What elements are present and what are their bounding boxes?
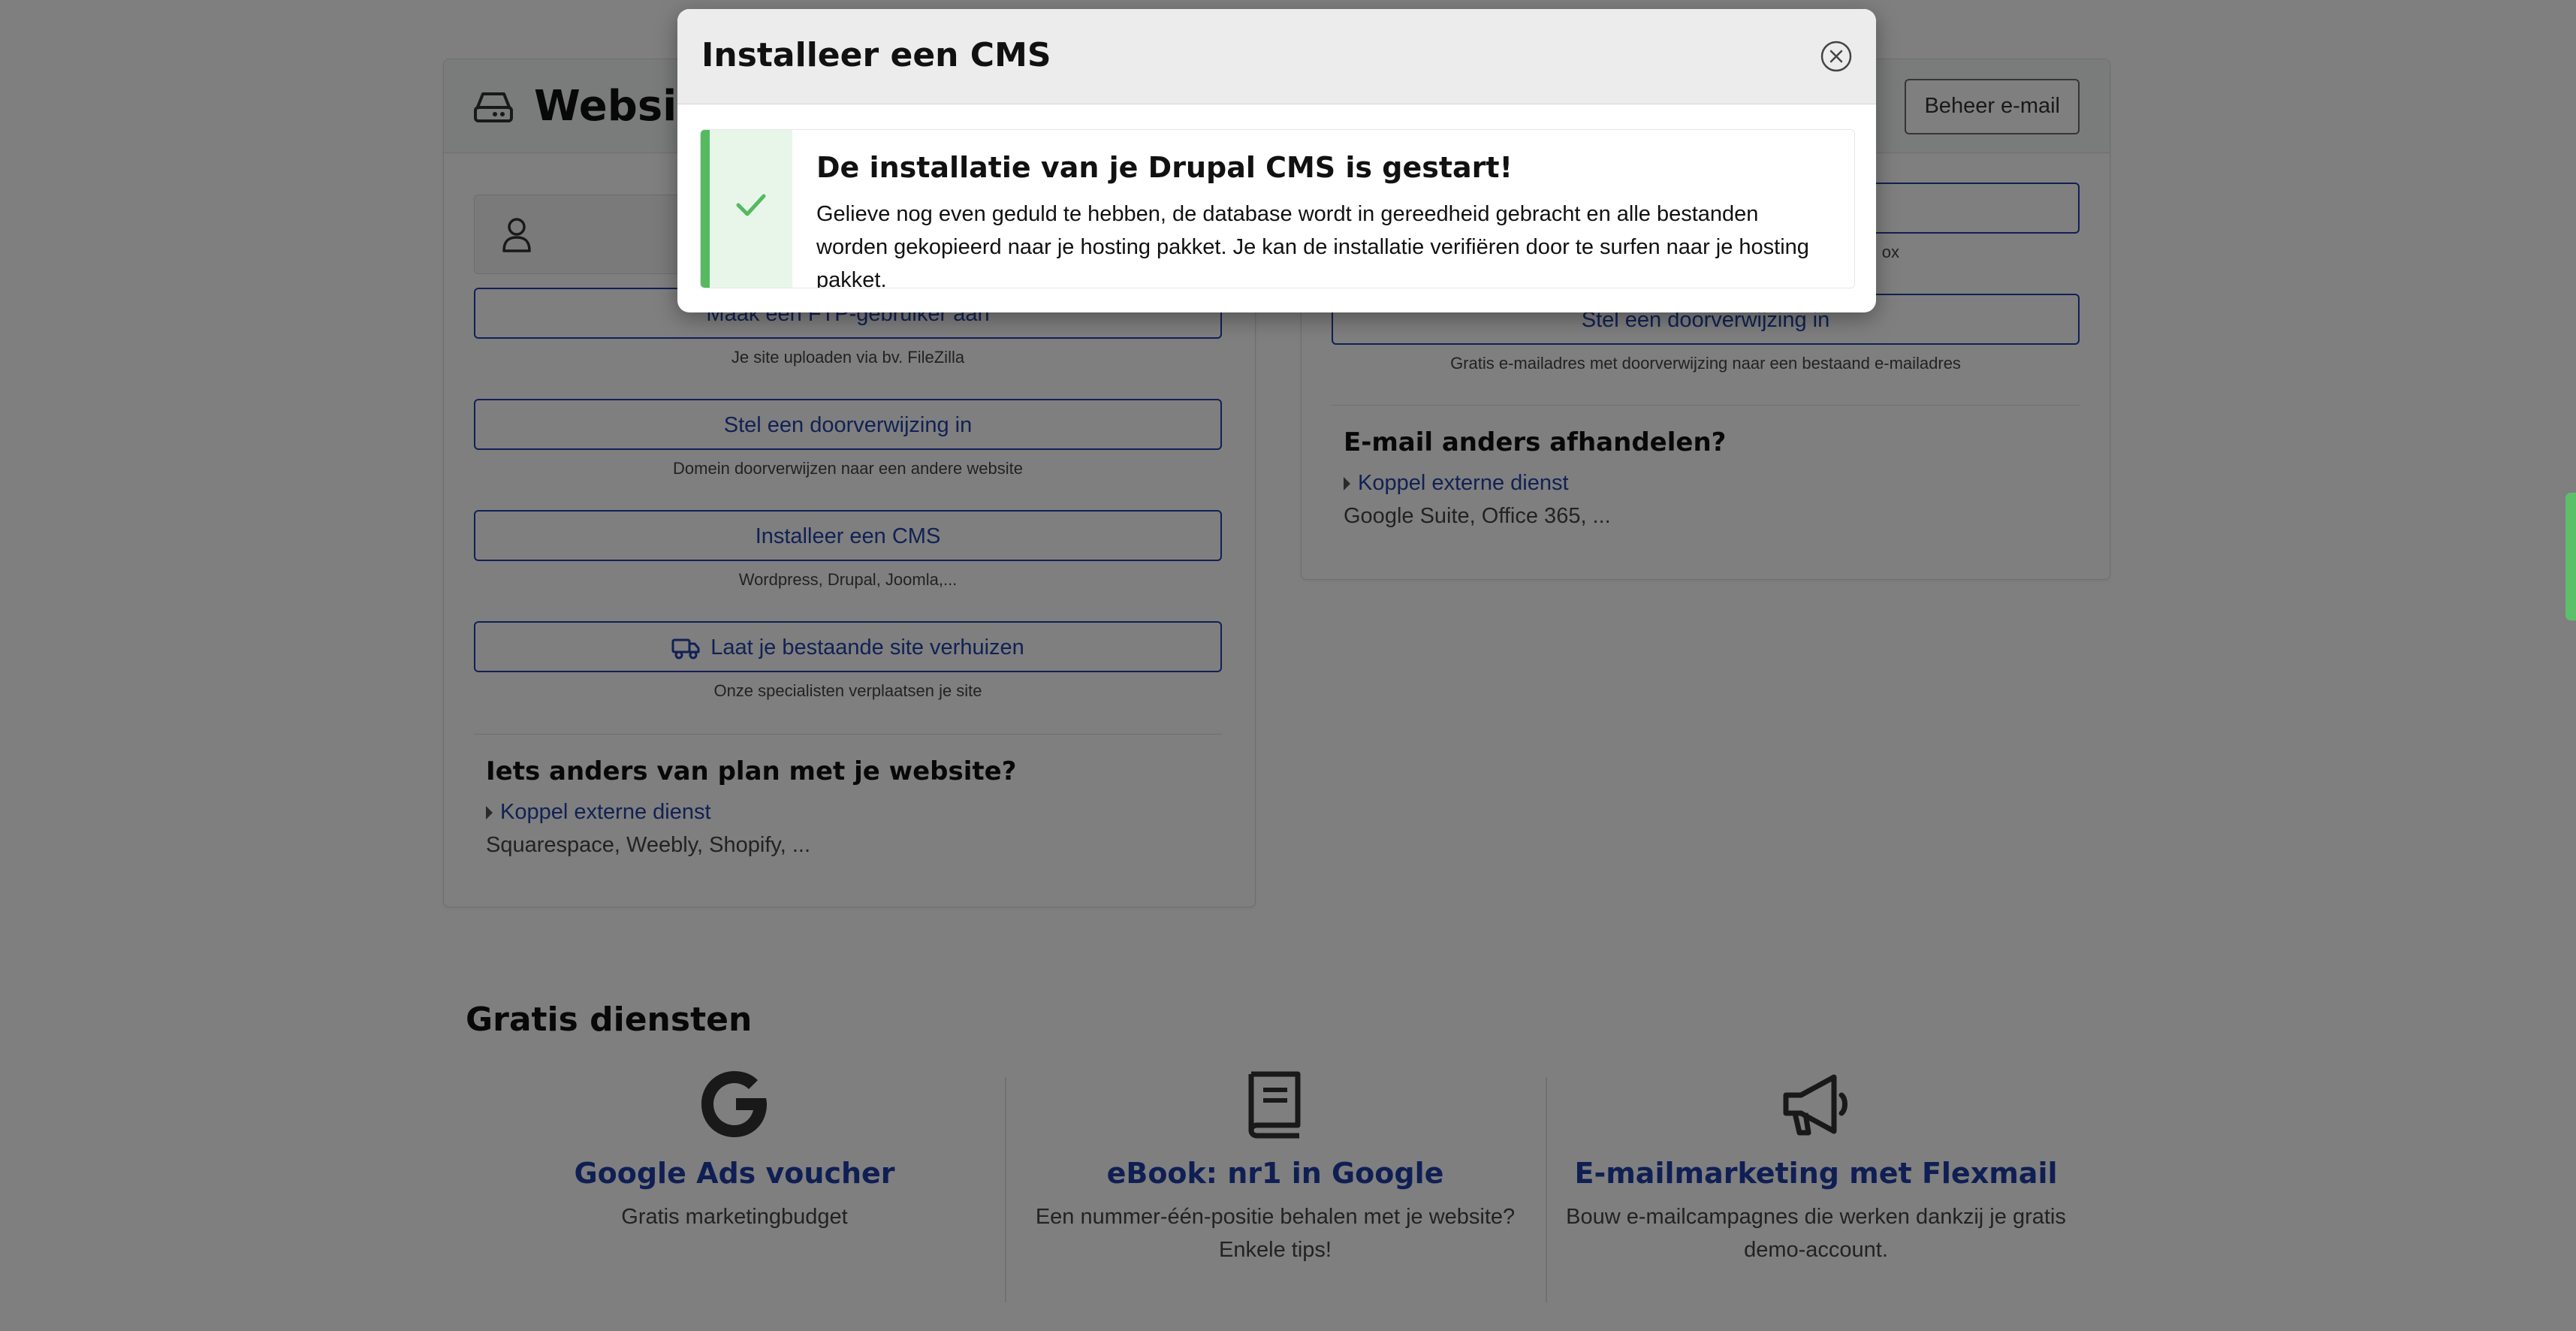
close-icon[interactable] — [1819, 39, 1854, 74]
feedback-tab[interactable] — [2565, 493, 2576, 620]
alert-title: De installatie van je Drupal CMS is gest… — [816, 151, 1513, 184]
check-icon — [736, 194, 766, 216]
install-cms-modal: Installeer een CMS De installatie van je… — [677, 9, 1876, 312]
alert-accent-bar — [701, 130, 710, 288]
modal-header: Installeer een CMS — [677, 9, 1876, 104]
success-alert: De installatie van je Drupal CMS is gest… — [700, 129, 1855, 288]
alert-message: Gelieve nog even geduld te hebben, de da… — [816, 202, 1809, 288]
modal-title: Installeer een CMS — [701, 36, 1051, 74]
alert-icon-box — [710, 130, 792, 288]
